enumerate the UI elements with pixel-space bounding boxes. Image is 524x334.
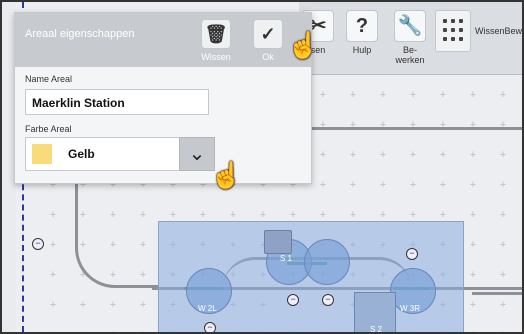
grid-plus: +: [349, 149, 357, 161]
grid-plus: +: [289, 209, 297, 221]
grid-plus: +: [469, 239, 477, 251]
grid-plus: +: [439, 89, 447, 101]
grid-icon[interactable]: [435, 10, 471, 52]
grid-plus: +: [409, 149, 417, 161]
grid-plus: +: [349, 179, 357, 191]
grid-plus: +: [49, 269, 57, 281]
grid-plus: +: [349, 89, 357, 101]
name-label: Name Areal: [25, 74, 73, 84]
grid-plus: +: [229, 209, 237, 221]
edit-label-2: werken: [395, 55, 425, 65]
signal-label: S 1: [280, 254, 293, 263]
grid-plus: +: [499, 209, 507, 221]
question-icon: ?: [346, 10, 378, 42]
ok-label: Ok: [262, 52, 274, 62]
grid-plus: +: [469, 209, 477, 221]
minus-icon[interactable]: −: [32, 238, 44, 250]
ok-button[interactable]: ✓ Ok: [249, 19, 287, 62]
grid-plus: +: [499, 179, 507, 191]
grid-plus: +: [109, 299, 117, 311]
grid-plus: +: [439, 149, 447, 161]
color-swatch: [32, 144, 52, 164]
help-button[interactable]: ? Hulp: [343, 10, 381, 66]
switch-node[interactable]: [304, 239, 350, 285]
delete-label: Wissen: [201, 52, 231, 62]
grid-plus: +: [499, 239, 507, 251]
wissen-bewerk-label[interactable]: WissenBewe: [475, 26, 522, 36]
help-label: Hulp: [352, 45, 372, 55]
station-label: S 2: [370, 325, 383, 334]
signal-box[interactable]: [264, 230, 292, 254]
grid-plus: +: [439, 209, 447, 221]
grid-plus: +: [169, 209, 177, 221]
grid-plus: +: [409, 179, 417, 191]
grid-plus: +: [499, 149, 507, 161]
grid-plus: +: [468, 330, 478, 333]
app-window: + + + + + + + + + + + + + + + + + + + + + + + + + + + + + + + + + + + + + + + +…: [0, 0, 524, 334]
grid-plus: +: [379, 209, 387, 221]
edit-button[interactable]: 🔧 Be- werken: [391, 10, 429, 66]
minus-icon[interactable]: −: [204, 322, 216, 332]
grid-plus: +: [469, 149, 477, 161]
minus-icon[interactable]: −: [287, 294, 299, 306]
grid-plus: +: [379, 179, 387, 191]
grid-plus: +: [319, 149, 327, 161]
trash-icon: 🗑: [201, 19, 231, 49]
grid-plus: +: [49, 239, 57, 251]
grid-plus: +: [499, 89, 507, 101]
color-value: Gelb: [68, 147, 95, 161]
grid-plus: +: [138, 330, 148, 333]
panel-header: Areaal eigenschappen 🗑 Wissen ✓ Ok: [15, 13, 311, 67]
grid-plus: +: [79, 299, 87, 311]
grid-plus: +: [498, 330, 508, 333]
grid-plus: +: [259, 209, 267, 221]
minus-icon[interactable]: −: [406, 248, 418, 260]
hand-pointer-icon: ☝: [287, 30, 320, 60]
grid-plus: +: [409, 89, 417, 101]
edit-label-1: Be-: [402, 45, 417, 55]
grid-plus: +: [49, 209, 57, 221]
track-left-curve: [75, 205, 158, 288]
grid-plus: +: [469, 179, 477, 191]
grid-plus: +: [409, 209, 417, 221]
switch-label: W 3R: [400, 304, 420, 313]
grid-plus: +: [319, 89, 327, 101]
track-top: [302, 127, 522, 130]
minus-icon[interactable]: −: [322, 294, 334, 306]
grid-plus: +: [319, 179, 327, 191]
track-branch-right: [472, 292, 522, 295]
grid-plus: +: [499, 269, 507, 281]
check-icon: ✓: [253, 19, 283, 49]
grid-plus: +: [469, 299, 477, 311]
grid-plus: +: [49, 299, 57, 311]
grid-plus: +: [108, 330, 118, 333]
delete-button[interactable]: 🗑 Wissen: [197, 19, 235, 62]
area-properties-panel: Areaal eigenschappen 🗑 Wissen ✓ Ok Name …: [14, 12, 312, 184]
grid-plus: +: [139, 299, 147, 311]
grid-plus: +: [48, 330, 58, 333]
grid-plus: +: [78, 330, 88, 333]
grid-plus: +: [469, 269, 477, 281]
panel-title: Areaal eigenschappen: [25, 28, 135, 40]
color-label: Farbe Areal: [25, 124, 72, 134]
grid-plus: +: [319, 209, 327, 221]
wrench-icon: 🔧: [394, 10, 426, 42]
grid-plus: +: [469, 89, 477, 101]
grid-plus: +: [349, 209, 357, 221]
name-field[interactable]: Maerklin Station: [25, 89, 209, 115]
grid-plus: +: [499, 299, 507, 311]
hand-pointer-icon: ☝: [210, 160, 243, 190]
main-toolbar: ✂ sen ? Hulp 🔧 Be- werken: [299, 2, 522, 75]
grid-plus: +: [379, 149, 387, 161]
grid-plus: +: [379, 89, 387, 101]
grid-plus: +: [199, 209, 207, 221]
grid-plus: +: [439, 179, 447, 191]
switch-label: W 2L: [198, 304, 217, 313]
